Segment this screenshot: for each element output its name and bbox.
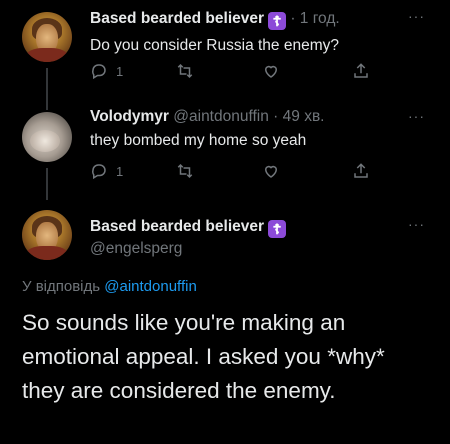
timestamp[interactable]: · 1 год. bbox=[290, 10, 339, 27]
avatar[interactable] bbox=[22, 210, 72, 260]
tweet-1[interactable]: Based bearded believer ☦ · 1 год. ··· Do … bbox=[0, 0, 450, 110]
share-button[interactable] bbox=[352, 162, 370, 180]
avatar-robe bbox=[26, 246, 68, 260]
author-name[interactable]: Based bearded believer bbox=[90, 10, 264, 27]
author-name[interactable]: Based bearded believer bbox=[90, 218, 264, 235]
like-button[interactable] bbox=[262, 62, 280, 80]
more-icon[interactable]: ··· bbox=[408, 8, 425, 24]
like-icon bbox=[264, 65, 278, 78]
author-name[interactable]: Volodymyr bbox=[90, 108, 169, 125]
like-button[interactable] bbox=[262, 162, 280, 180]
reply-handle-link[interactable]: @aintdonuffin bbox=[104, 278, 197, 295]
reply-icon bbox=[92, 64, 106, 80]
more-icon[interactable]: ··· bbox=[408, 108, 425, 124]
tweet-header: Volodymyr @aintdonuffin · 49 хв. bbox=[90, 108, 324, 126]
author-handle[interactable]: @engelsperg bbox=[90, 240, 182, 258]
thread-line bbox=[46, 168, 48, 200]
reply-count: 1 bbox=[116, 63, 124, 79]
retweet-icon bbox=[177, 63, 193, 79]
tweet-header: Based bearded believer ☦ bbox=[90, 218, 287, 238]
retweet-icon bbox=[177, 163, 193, 179]
avatar-robe bbox=[26, 48, 68, 62]
reply-context: У відповідь @aintdonuffin bbox=[22, 278, 197, 295]
tweet-text: Do you consider Russia the enemy? bbox=[90, 37, 339, 54]
reply-button[interactable]: 1 bbox=[90, 62, 123, 80]
retweet-button[interactable] bbox=[176, 62, 194, 80]
tweet-header: Based bearded believer ☦ · 1 год. bbox=[90, 10, 340, 30]
share-icon bbox=[354, 163, 368, 178]
reply-count: 1 bbox=[116, 163, 124, 179]
thread-line bbox=[46, 90, 48, 110]
orthodox-cross-icon: ☦ bbox=[268, 12, 287, 30]
avatar[interactable] bbox=[22, 112, 72, 162]
reply-button[interactable]: 1 bbox=[90, 162, 123, 180]
tweet-actions: 1 bbox=[90, 62, 380, 82]
retweet-button[interactable] bbox=[176, 162, 194, 180]
avatar[interactable] bbox=[22, 12, 72, 62]
share-icon bbox=[354, 63, 368, 78]
tweet-text: they bombed my home so yeah bbox=[90, 132, 307, 149]
tweet-2[interactable]: Volodymyr @aintdonuffin · 49 хв. ··· the… bbox=[0, 90, 450, 200]
main-tweet-text: So sounds like you're making an emotiona… bbox=[22, 310, 385, 403]
more-icon[interactable]: ··· bbox=[408, 216, 425, 232]
handle-timestamp[interactable]: @aintdonuffin · 49 хв. bbox=[173, 108, 324, 125]
reply-prefix: У відповідь bbox=[22, 278, 105, 295]
reply-icon bbox=[92, 164, 106, 180]
avatar-photo bbox=[30, 130, 60, 152]
share-button[interactable] bbox=[352, 62, 370, 80]
like-icon bbox=[264, 165, 278, 178]
tweet-actions: 1 bbox=[90, 162, 380, 182]
orthodox-cross-icon: ☦ bbox=[268, 220, 287, 238]
